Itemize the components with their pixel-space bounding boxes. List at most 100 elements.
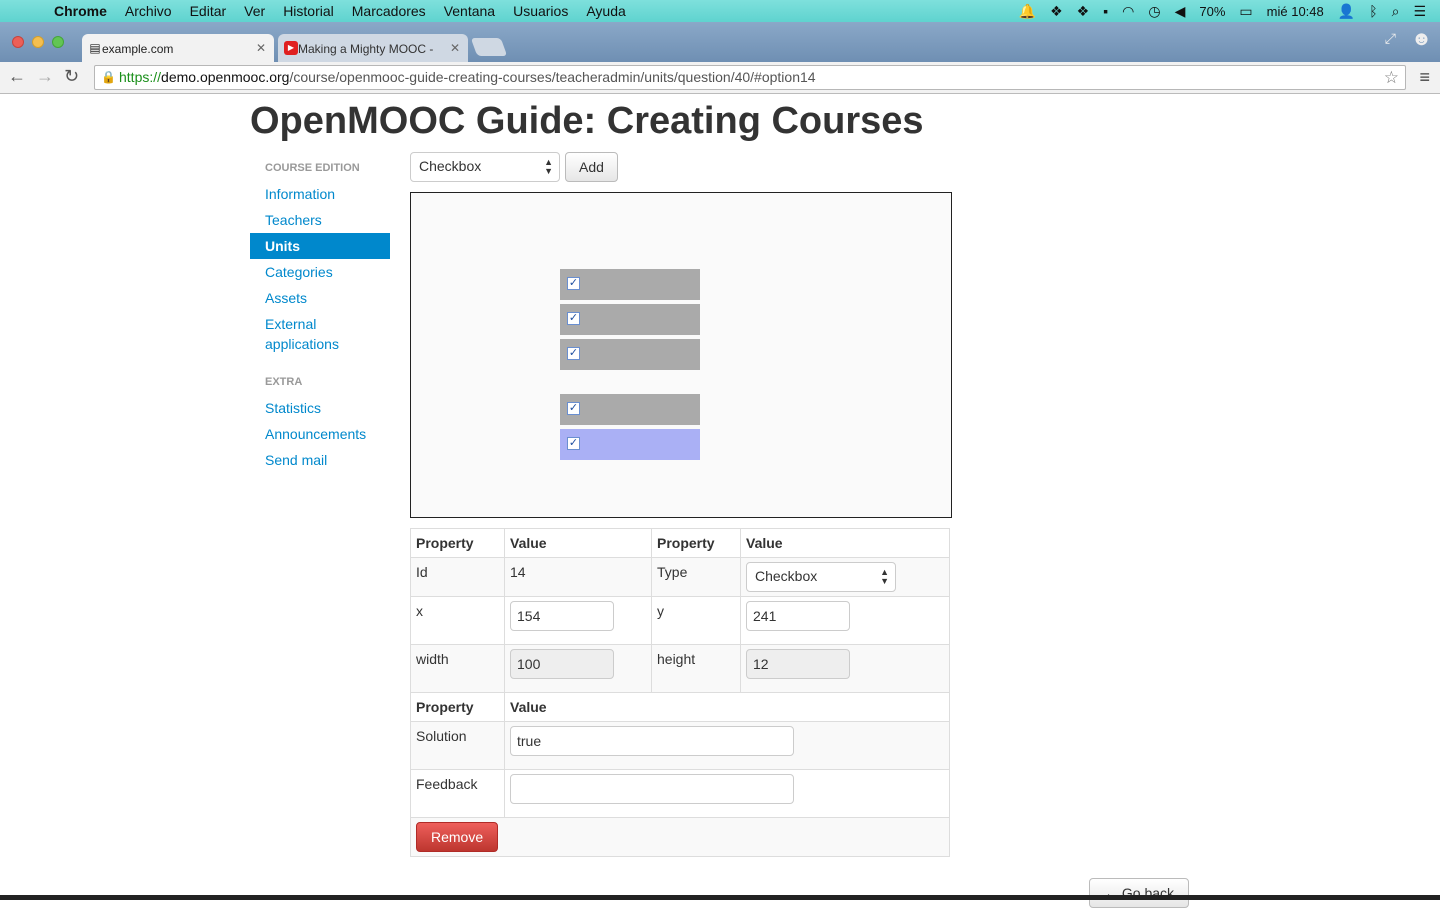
sidebar-item-units[interactable]: Units <box>250 233 390 259</box>
header-property: Property <box>651 528 741 558</box>
back-arrow-icon[interactable]: ← <box>8 66 26 87</box>
wifi-icon[interactable]: ◠ <box>1122 3 1134 20</box>
browser-toolbar: ← → ↻ 🔒 https://demo.openmooc.org/course… <box>0 62 1440 94</box>
header-property: Property <box>410 528 505 558</box>
id-value: 14 <box>504 557 652 597</box>
evernote-icon[interactable]: ▪ <box>1103 3 1108 19</box>
header-value: Value <box>504 692 950 722</box>
x-input[interactable] <box>510 601 614 631</box>
checkbox-checked-icon[interactable]: ✓ <box>567 277 580 290</box>
close-icon[interactable]: ✕ <box>450 41 460 55</box>
bluetooth-icon[interactable]: ᛒ <box>1369 3 1377 19</box>
solution-label: Solution <box>410 721 505 770</box>
menu-ayuda[interactable]: Ayuda <box>586 3 625 19</box>
clock[interactable]: mié 10:48 <box>1267 4 1324 19</box>
bookmark-star-icon[interactable]: ☆ <box>1384 66 1399 89</box>
checkbox-option-selected[interactable]: ✓ <box>560 429 700 460</box>
fullscreen-icon[interactable]: ⤢ <box>1385 30 1396 47</box>
header-property: Property <box>410 692 505 722</box>
go-back-button[interactable]: ← Go back <box>1089 878 1189 908</box>
battery-icon[interactable]: ▭ <box>1239 3 1252 20</box>
header-value: Value <box>740 528 950 558</box>
checkbox-option[interactable]: ✓ <box>560 269 700 300</box>
lock-icon: 🔒 <box>101 70 116 84</box>
option-properties-table: Property Value Property Value Id 14 Type… <box>410 528 950 857</box>
address-bar[interactable]: 🔒 https://demo.openmooc.org/course/openm… <box>94 65 1406 90</box>
sidebar-item-categories[interactable]: Categories <box>250 259 390 285</box>
id-label: Id <box>410 557 505 597</box>
menu-usuarios[interactable]: Usuarios <box>513 3 568 19</box>
tab-example[interactable]: ▤ example.com ✕ <box>82 34 274 62</box>
height-input <box>746 649 850 679</box>
chrome-menu-icon[interactable]: ≡ <box>1419 67 1430 88</box>
sidebar-section-course-edition: COURSE EDITION <box>265 162 360 174</box>
checkbox-checked-icon[interactable]: ✓ <box>567 312 580 325</box>
close-icon[interactable]: ✕ <box>256 41 266 55</box>
window-minimize-button[interactable] <box>32 36 44 48</box>
header-value: Value <box>504 528 652 558</box>
sidebar: COURSE EDITION Information Teachers Unit… <box>250 155 390 473</box>
menu-app-name[interactable]: Chrome <box>54 3 107 19</box>
notification-icon[interactable]: 🔔 <box>1019 3 1036 20</box>
type-select-value: Checkbox <box>755 568 818 584</box>
page-content: OpenMOOC Guide: Creating Courses COURSE … <box>0 95 1440 908</box>
sidebar-item-send-mail[interactable]: Send mail <box>250 447 390 473</box>
y-label: y <box>651 596 741 645</box>
user-icon[interactable]: 👤 <box>1338 3 1355 20</box>
menu-ventana[interactable]: Ventana <box>444 3 495 19</box>
battery-percent[interactable]: 70% <box>1199 4 1225 19</box>
checkbox-checked-icon[interactable]: ✓ <box>567 437 580 450</box>
spotlight-search-icon[interactable]: ⌕ <box>1392 3 1400 20</box>
menu-editar[interactable]: Editar <box>190 3 227 19</box>
mac-menubar: Chrome Archivo Editar Ver Historial Marc… <box>0 0 1440 22</box>
page-icon: ▤ <box>89 41 101 55</box>
forward-arrow-icon[interactable]: → <box>36 66 54 87</box>
list-menu-icon[interactable]: ☰ <box>1413 3 1426 20</box>
new-tab-button[interactable] <box>470 38 508 56</box>
time-machine-icon[interactable]: ◷ <box>1148 3 1160 20</box>
browser-tabstrip: ▤ example.com ✕ ▶ Making a Mighty MOOC -… <box>0 22 1440 62</box>
sidebar-item-assets[interactable]: Assets <box>250 285 390 311</box>
incognito-icon[interactable]: ☻ <box>1411 28 1432 51</box>
menu-historial[interactable]: Historial <box>283 3 334 19</box>
window-bottom-edge <box>0 895 1440 900</box>
sidebar-item-external-applications[interactable]: External applications <box>250 311 390 357</box>
y-input[interactable] <box>746 601 850 631</box>
x-label: x <box>410 596 505 645</box>
type-select[interactable]: Checkbox ▲ ▼ <box>746 562 896 592</box>
feedback-input[interactable] <box>510 774 794 804</box>
window-close-button[interactable] <box>12 36 24 48</box>
status-area: 🔔 ❖ ❖ ▪ ◠ ◷ ◀ 70% ▭ mié 10:48 👤 ᛒ ⌕ ☰ <box>1019 0 1426 22</box>
sidebar-item-information[interactable]: Information <box>250 181 390 207</box>
checkbox-option[interactable]: ✓ <box>560 394 700 425</box>
checkbox-checked-icon[interactable]: ✓ <box>567 347 580 360</box>
dropbox-icon[interactable]: ❖ <box>1050 3 1063 20</box>
menu-ver[interactable]: Ver <box>244 3 265 19</box>
option-type-select[interactable]: Checkbox ▲ ▼ <box>410 152 560 182</box>
dropbox-sync-icon[interactable]: ❖ <box>1077 3 1090 20</box>
reload-icon[interactable]: ↻ <box>64 66 79 87</box>
checkbox-option[interactable]: ✓ <box>560 304 700 335</box>
tab-title: example.com <box>102 42 174 56</box>
sidebar-item-announcements[interactable]: Announcements <box>250 421 390 447</box>
volume-icon[interactable]: ◀ <box>1175 3 1186 20</box>
menu-archivo[interactable]: Archivo <box>125 3 172 19</box>
solution-input[interactable] <box>510 726 794 756</box>
url-host: demo.openmooc.org <box>161 69 290 85</box>
type-label: Type <box>651 557 741 597</box>
menu-marcadores[interactable]: Marcadores <box>352 3 426 19</box>
sidebar-item-teachers[interactable]: Teachers <box>250 207 390 233</box>
width-label: width <box>410 644 505 693</box>
question-canvas[interactable]: ✓ ✓ ✓ ✓ ✓ <box>410 192 952 518</box>
checkbox-option[interactable]: ✓ <box>560 339 700 370</box>
feedback-label: Feedback <box>410 769 505 818</box>
window-zoom-button[interactable] <box>52 36 64 48</box>
add-option-controls: Checkbox ▲ ▼ Add <box>410 152 618 182</box>
add-button[interactable]: Add <box>565 152 618 182</box>
tab-youtube[interactable]: ▶ Making a Mighty MOOC - ✕ <box>278 34 468 62</box>
sidebar-item-statistics[interactable]: Statistics <box>250 395 390 421</box>
remove-button[interactable]: Remove <box>416 822 499 852</box>
page-title: OpenMOOC Guide: Creating Courses <box>250 100 924 142</box>
option-type-value: Checkbox <box>419 158 482 174</box>
checkbox-checked-icon[interactable]: ✓ <box>567 402 580 415</box>
